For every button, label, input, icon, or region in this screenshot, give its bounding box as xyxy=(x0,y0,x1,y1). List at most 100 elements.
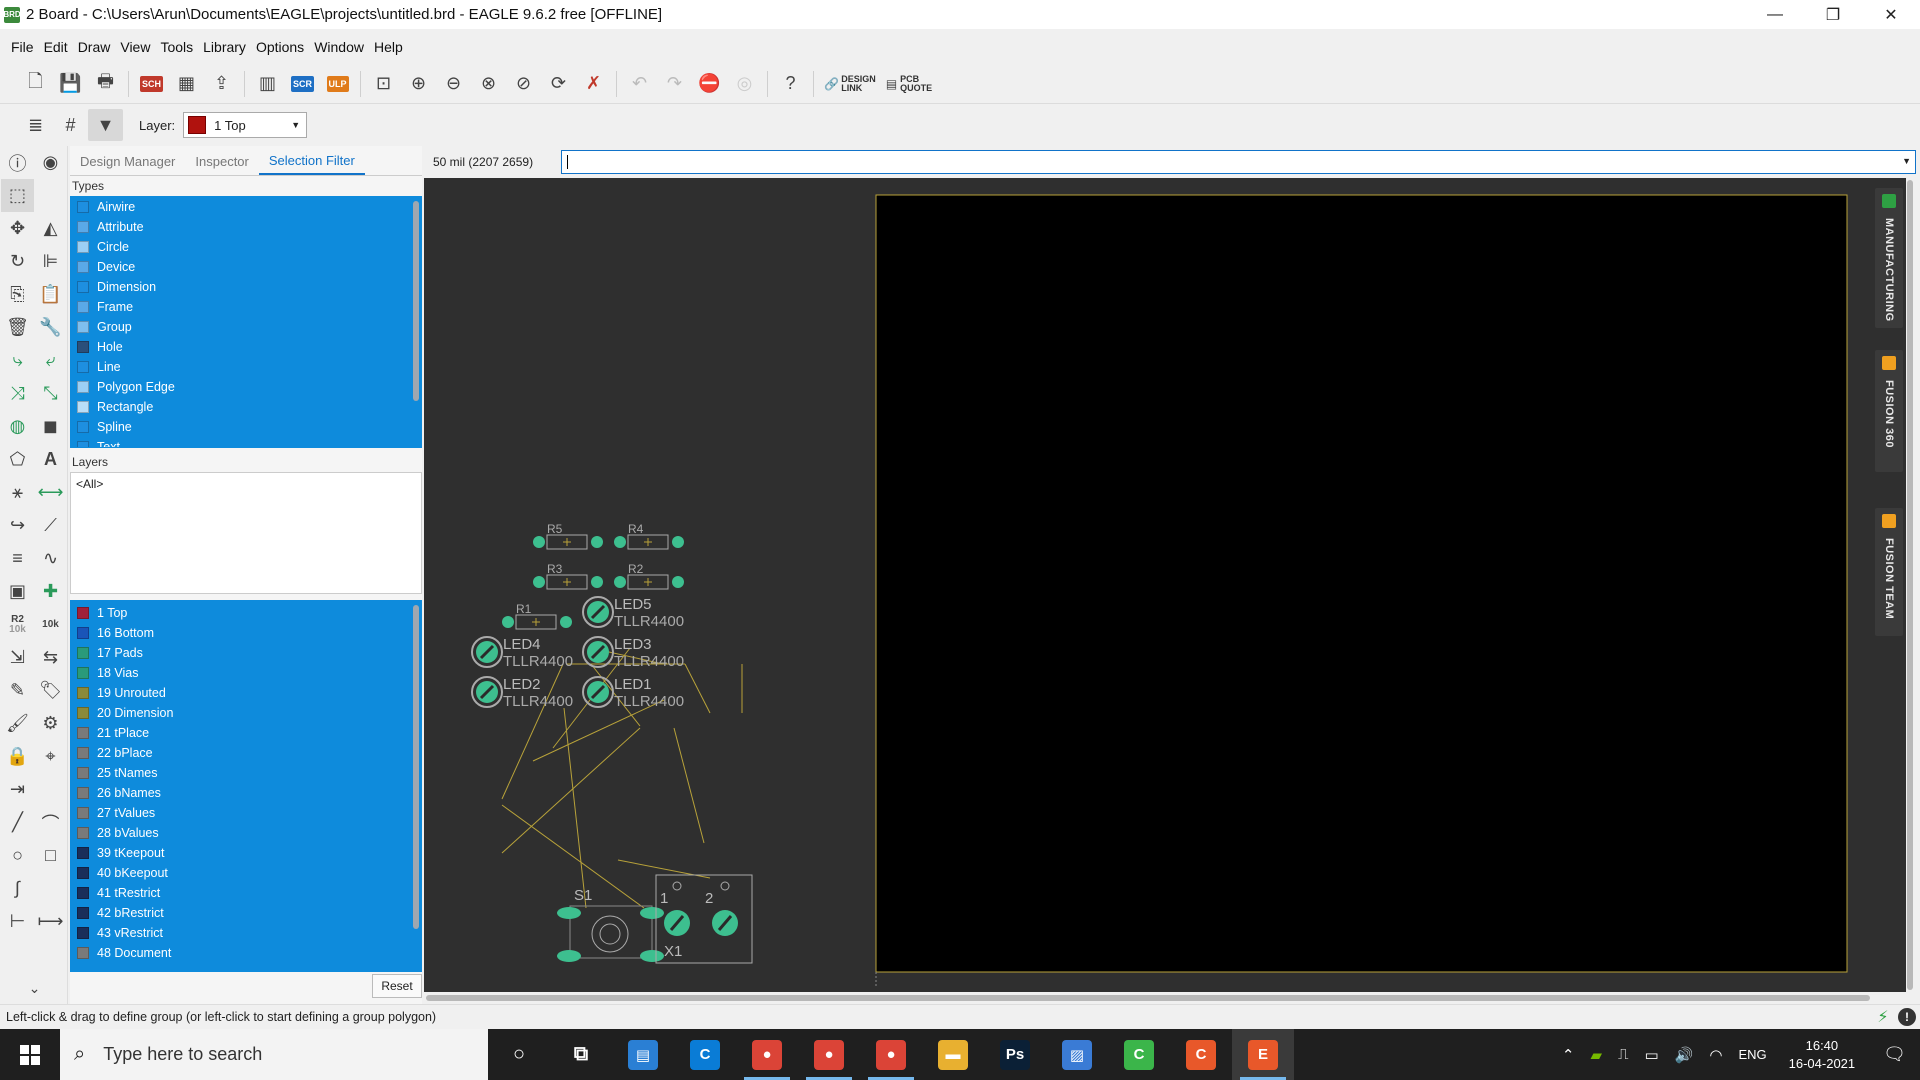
arc-icon[interactable]: ⌒ xyxy=(34,806,67,839)
attribute-icon[interactable]: 🏷 xyxy=(34,674,67,707)
hole-icon[interactable]: ◼ xyxy=(34,410,67,443)
optimize-icon[interactable]: ↪ xyxy=(1,509,34,542)
type-filter-item[interactable]: Text xyxy=(71,437,421,447)
slice-icon[interactable]: ⟋ xyxy=(34,509,67,542)
layer-settings-icon[interactable]: ≣ xyxy=(18,109,53,141)
mark-icon[interactable]: ⌖ xyxy=(34,740,67,773)
waveform-icon[interactable]: ∿ xyxy=(34,542,67,575)
redraw-icon[interactable]: ⟳ xyxy=(541,68,576,100)
wifi-icon[interactable]: ◠ xyxy=(1701,1046,1730,1064)
layer-stack-icon[interactable]: ≡ xyxy=(1,542,34,575)
schematic-switch-icon[interactable]: SCH xyxy=(134,68,169,100)
fusion-360-tab[interactable]: FUSION 360 xyxy=(1875,350,1903,472)
undo-icon[interactable]: ↶ xyxy=(622,68,657,100)
notification-icon[interactable]: 🗨 xyxy=(1869,1044,1920,1065)
type-filter-item[interactable]: Device xyxy=(71,257,421,277)
menu-window[interactable]: Window xyxy=(309,39,369,55)
circle-icon[interactable]: ○ xyxy=(1,839,34,872)
layers-filter-box[interactable]: <All> xyxy=(70,472,422,594)
taskbar-search-box[interactable]: ⌕ Type here to search xyxy=(60,1029,488,1080)
type-filter-item[interactable]: Frame xyxy=(71,297,421,317)
type-filter-item[interactable]: Circle xyxy=(71,237,421,257)
design-link-button[interactable]: 🔗 DESIGN LINK xyxy=(819,68,881,100)
layer-filter-item[interactable]: 27 tValues xyxy=(71,803,421,823)
grid-icon[interactable]: # xyxy=(53,109,88,141)
layer-filter-item[interactable]: 48 Document xyxy=(71,943,421,963)
close-button[interactable]: ✕ xyxy=(1862,0,1920,29)
library-icon[interactable]: ▥ xyxy=(250,68,285,100)
signal-icon[interactable]: ⚹ xyxy=(1,476,34,509)
layer-filter-item[interactable]: 28 bValues xyxy=(71,823,421,843)
meander-icon[interactable]: ⤡ xyxy=(34,377,67,410)
lock-icon[interactable]: 🔒 xyxy=(1,740,34,773)
layer-filter-item[interactable]: 18 Vias xyxy=(71,663,421,683)
layer-filter-item[interactable]: 25 tNames xyxy=(71,763,421,783)
replace-icon[interactable]: ✚ xyxy=(34,575,67,608)
taskbar-app-cortana[interactable]: ○ xyxy=(488,1029,550,1080)
type-filter-item[interactable]: Line xyxy=(71,357,421,377)
line-icon[interactable]: ╱ xyxy=(1,806,34,839)
fusion-team-tab[interactable]: FUSION TEAM xyxy=(1875,508,1903,636)
wrench-icon[interactable]: 🔧 xyxy=(34,311,67,344)
types-scrollbar[interactable] xyxy=(413,201,419,401)
layer-filter-item[interactable]: 41 tRestrict xyxy=(71,883,421,903)
layer-filter-item[interactable]: 22 bPlace xyxy=(71,743,421,763)
wire-icon[interactable]: ⟷ xyxy=(34,476,67,509)
menu-library[interactable]: Library xyxy=(198,39,251,55)
add-part-icon[interactable]: ▣ xyxy=(1,575,34,608)
taskbar-app-file-explorer-card[interactable]: ▤ xyxy=(612,1029,674,1080)
group-icon[interactable]: ⬚ xyxy=(1,179,34,212)
menu-view[interactable]: View xyxy=(115,39,155,55)
layer-filter-item[interactable]: 42 bRestrict xyxy=(71,903,421,923)
menu-tools[interactable]: Tools xyxy=(155,39,198,55)
battery-icon[interactable]: ▭ xyxy=(1637,1046,1667,1064)
clock[interactable]: 16:40 16-04-2021 xyxy=(1775,1037,1870,1073)
zoom-out-icon[interactable]: ⊖ xyxy=(436,68,471,100)
redo-icon[interactable]: ↷ xyxy=(657,68,692,100)
ripup-icon[interactable]: ⤶ xyxy=(34,344,67,377)
layer-filter-item[interactable]: 17 Pads xyxy=(71,643,421,663)
lightning-icon[interactable]: ⚡ xyxy=(1874,1008,1892,1026)
route-icon[interactable]: ⤷ xyxy=(1,344,34,377)
move-icon[interactable]: ✥ xyxy=(1,212,34,245)
type-filter-item[interactable]: Dimension xyxy=(71,277,421,297)
smash-icon[interactable]: ⇲ xyxy=(1,641,34,674)
usb-icon[interactable]: ⎍ xyxy=(1610,1046,1637,1063)
nvidia-icon[interactable]: ▰ xyxy=(1582,1046,1610,1064)
layer-filter-item[interactable]: 19 Unrouted xyxy=(71,683,421,703)
restore-button[interactable]: ❐ xyxy=(1804,0,1862,29)
go-icon[interactable]: ◎ xyxy=(727,68,762,100)
language-indicator[interactable]: ENG xyxy=(1730,1047,1774,1062)
help-icon[interactable]: ? xyxy=(773,68,808,100)
design-rules-icon[interactable]: ⚙ xyxy=(34,707,67,740)
zoom-in-icon[interactable]: ⊕ xyxy=(401,68,436,100)
ratsnest-icon[interactable]: ✗ xyxy=(576,68,611,100)
save-icon[interactable]: 💾 xyxy=(53,68,88,100)
type-filter-item[interactable]: Hole xyxy=(71,337,421,357)
expand-tools-icon[interactable]: ⌄ xyxy=(18,976,51,1000)
taskbar-app-camtasia-green[interactable]: C xyxy=(1108,1029,1170,1080)
taskbar-app-camtasia-orange[interactable]: C xyxy=(1170,1029,1232,1080)
paste-icon[interactable]: 📋 xyxy=(34,278,67,311)
taskbar-app-chrome-2[interactable]: ● xyxy=(798,1029,860,1080)
zoom-select-icon[interactable]: ⊗ xyxy=(471,68,506,100)
layers-scrollbar[interactable] xyxy=(413,605,419,929)
menu-edit[interactable]: Edit xyxy=(39,39,73,55)
warning-icon[interactable]: ! xyxy=(1898,1008,1916,1026)
tab-inspector[interactable]: Inspector xyxy=(185,147,258,175)
type-filter-item[interactable]: Polygon Edge xyxy=(71,377,421,397)
ulp-button[interactable]: ULP xyxy=(320,68,355,100)
measure-icon[interactable]: ⟼ xyxy=(34,905,67,938)
export-icon[interactable]: ⇪ xyxy=(204,68,239,100)
text-icon[interactable]: A xyxy=(34,443,67,476)
menu-draw[interactable]: Draw xyxy=(73,39,116,55)
script-button[interactable]: SCR xyxy=(285,68,320,100)
taskbar-app-skype[interactable]: C xyxy=(674,1029,736,1080)
dimension-icon[interactable]: ⊢ xyxy=(1,905,34,938)
minimize-button[interactable]: — xyxy=(1746,0,1804,29)
taskbar-app-chrome-3[interactable]: ● xyxy=(860,1029,922,1080)
menu-file[interactable]: File xyxy=(6,39,39,55)
type-filter-item[interactable]: Spline xyxy=(71,417,421,437)
rotate-icon[interactable]: ↻ xyxy=(1,245,34,278)
type-filter-item[interactable]: Attribute xyxy=(71,217,421,237)
